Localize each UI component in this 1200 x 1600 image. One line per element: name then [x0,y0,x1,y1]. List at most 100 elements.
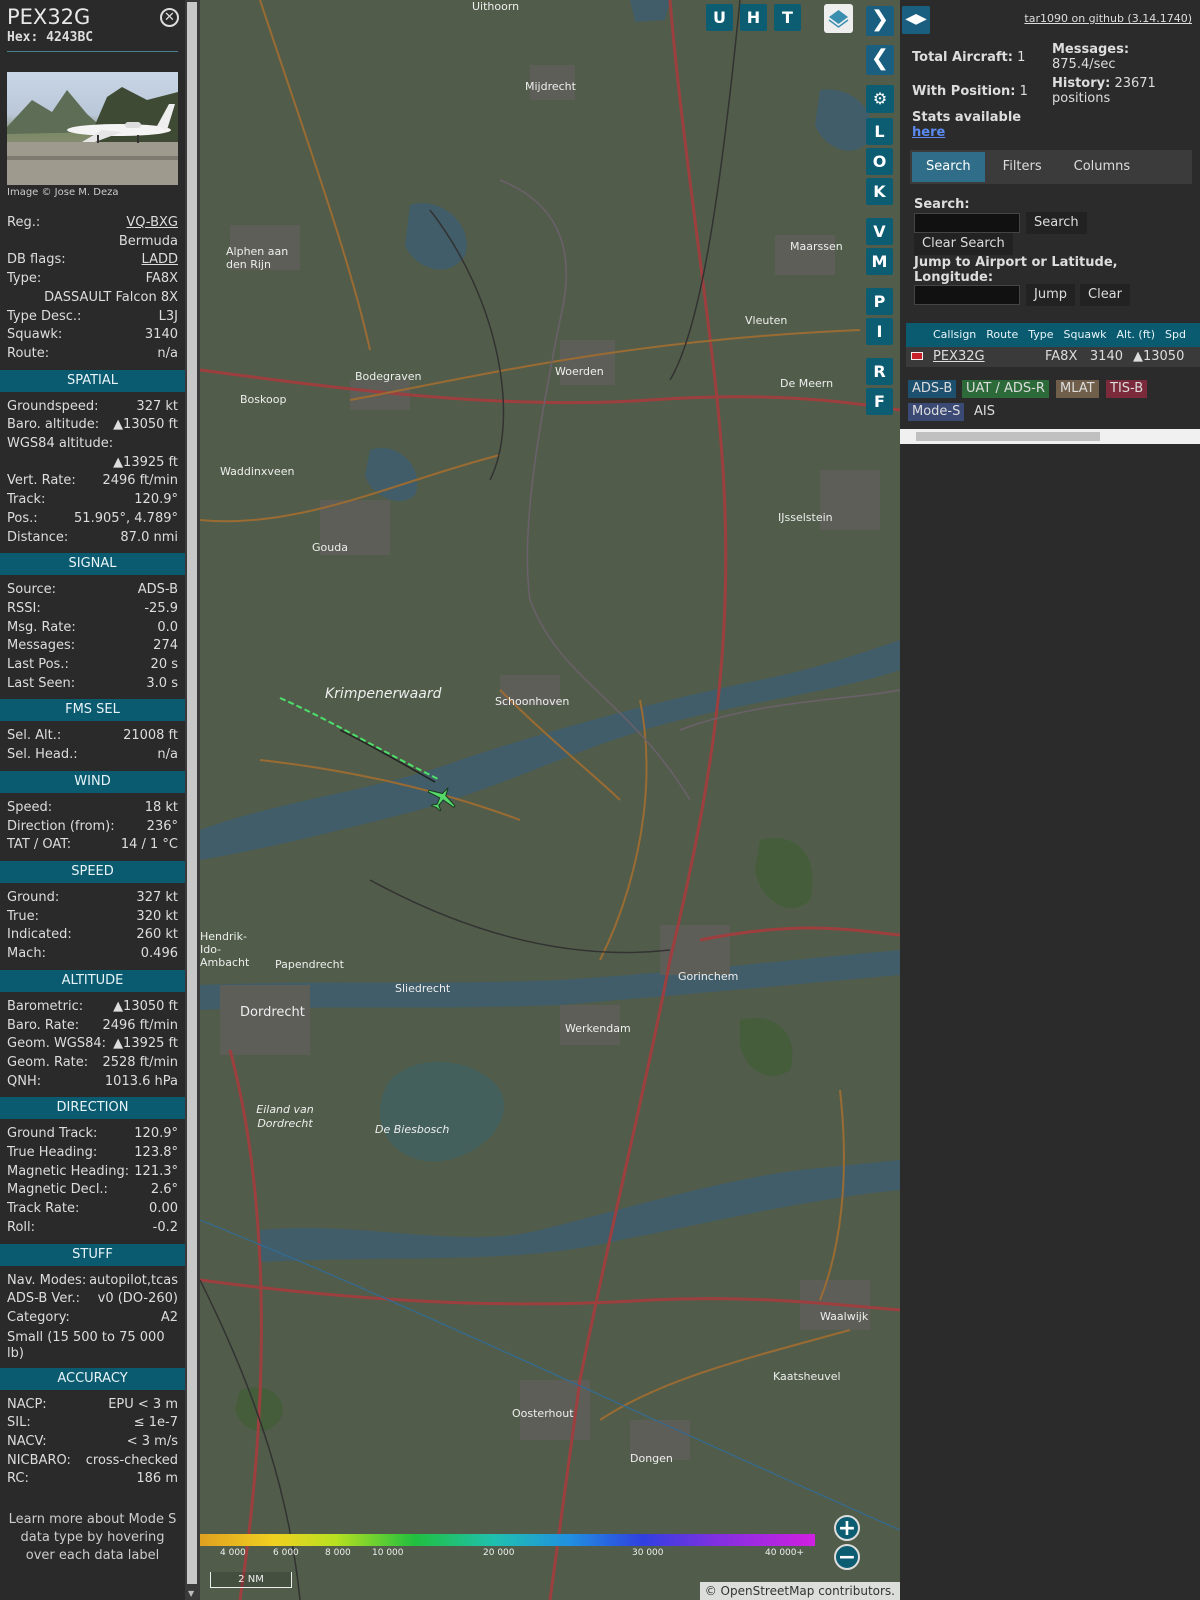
info-label[interactable]: Pos.: [7,510,38,529]
info-label[interactable]: Sel. Alt.: [7,727,61,746]
clear-button[interactable]: Clear [1080,284,1130,306]
info-label[interactable]: Geom. WGS84: [7,1035,106,1054]
aircraft-marker-icon[interactable] [424,784,460,812]
map-button-v[interactable]: V [866,218,893,245]
map-button-p[interactable]: P [866,288,893,315]
settings-gear-icon[interactable]: ⚙ [866,85,894,113]
zoom-out-button[interactable]: − [834,1544,860,1570]
info-label[interactable]: Groundspeed: [7,398,98,417]
clear-search-button[interactable]: Clear Search [914,233,1013,255]
map-attribution[interactable]: © OpenStreetMap contributors. [699,1582,900,1600]
map-view[interactable]: Uithoorn Mijdrecht Maarssen Alphen aan d… [200,0,900,1600]
map-button-m[interactable]: M [866,248,893,275]
source-chip-tisb[interactable]: TIS-B [1106,380,1148,398]
info-label[interactable]: True Heading: [7,1144,97,1163]
info-label[interactable]: TAT / OAT: [7,836,71,855]
map-button-i[interactable]: I [866,318,893,345]
info-label[interactable]: Baro. altitude: [7,416,99,435]
collapse-panel-button[interactable]: ❮ [866,45,894,75]
info-label[interactable]: Roll: [7,1219,35,1238]
info-label[interactable]: Category: [7,1309,70,1328]
zoom-in-button[interactable]: + [834,1515,860,1541]
info-label[interactable]: Baro. Rate: [7,1017,79,1036]
jump-input[interactable] [914,285,1020,305]
info-label[interactable]: Speed: [7,799,52,818]
panel-tabs: Search Filters Columns [910,150,1192,184]
map-button-u[interactable]: U [706,4,733,31]
info-label[interactable]: Magnetic Heading: [7,1163,129,1182]
table-header-type[interactable]: Type [1023,323,1058,347]
aircraft-photo[interactable] [7,72,178,185]
map-label: Krimpenerwaard [325,686,442,702]
source-chip-modes[interactable]: Mode-S [908,403,965,421]
info-label[interactable]: Track Rate: [7,1200,79,1219]
info-label[interactable]: Indicated: [7,926,72,945]
map-button-k[interactable]: K [866,178,893,205]
info-label[interactable]: QNH: [7,1073,41,1092]
info-label[interactable]: Track: [7,491,45,510]
info-label[interactable]: Mach: [7,945,46,964]
close-icon[interactable]: ✕ [160,8,179,27]
map-button-l[interactable]: L [866,118,893,145]
dbflags-link[interactable]: LADD [142,251,178,270]
map-button-t[interactable]: T [774,4,801,31]
table-header-alt[interactable]: Alt. (ft) [1112,323,1160,347]
search-button[interactable]: Search [1026,212,1087,234]
info-label[interactable]: Vert. Rate: [7,472,76,491]
layers-icon[interactable] [824,4,853,33]
info-label[interactable]: NACV: [7,1433,47,1452]
github-link[interactable]: tar1090 on github (3.14.1740) [1024,12,1192,25]
search-input[interactable] [914,213,1020,233]
section-header-speed: SPEED [0,860,185,883]
scrollbar-thumb[interactable] [916,432,1100,441]
source-chip-ais[interactable]: AIS [970,403,999,421]
info-label[interactable]: Last Pos.: [7,656,69,675]
table-header-spd[interactable]: Spd [1160,323,1191,347]
table-header-squawk[interactable]: Squawk [1058,323,1111,347]
info-label[interactable]: ADS-B Ver.: [7,1290,80,1309]
info-label[interactable]: Nav. Modes: [7,1272,86,1291]
info-label[interactable]: Source: [7,581,56,600]
stats-link[interactable]: here [912,125,945,140]
info-label[interactable]: NICBARO: [7,1452,71,1471]
table-header-callsign[interactable]: Callsign [928,323,981,347]
info-label[interactable]: Magnetic Decl.: [7,1181,108,1200]
info-label[interactable]: WGS84 altitude: [7,435,113,454]
info-label[interactable]: Msg. Rate: [7,619,76,638]
map-button-f[interactable]: F [866,388,893,415]
table-header-route[interactable]: Route [981,323,1023,347]
info-label[interactable]: True: [7,908,39,927]
info-label[interactable]: Last Seen: [7,675,75,694]
info-panel-scrollbar[interactable]: ▼ [185,0,200,1600]
toggle-sidebar-icon[interactable]: ◀▶ [902,6,930,34]
info-label[interactable]: NACP: [7,1396,47,1415]
table-horizontal-scrollbar[interactable] [900,429,1200,444]
info-label[interactable]: Ground Track: [7,1125,97,1144]
info-label[interactable]: Ground: [7,889,59,908]
jump-button[interactable]: Jump [1026,284,1075,306]
registration-link[interactable]: VQ-BXG [126,214,178,233]
info-label[interactable]: SIL: [7,1414,31,1433]
table-row[interactable]: PEX32G FA8X 3140 ▲13050 [906,347,1200,367]
map-button-o[interactable]: O [866,148,893,175]
info-label[interactable]: Messages: [7,637,75,656]
expand-panel-button[interactable]: ❯ [866,6,894,36]
info-label[interactable]: Distance: [7,529,68,548]
info-label[interactable]: Geom. Rate: [7,1054,88,1073]
scrollbar-thumb[interactable] [187,2,197,1584]
tab-columns[interactable]: Columns [1059,152,1145,182]
info-label[interactable]: Barometric: [7,998,83,1017]
info-label[interactable]: RSSI: [7,600,41,619]
info-label[interactable]: RC: [7,1470,29,1489]
tab-search[interactable]: Search [912,152,985,182]
source-chip-mlat[interactable]: MLAT [1056,380,1099,398]
tab-filters[interactable]: Filters [988,152,1056,182]
scroll-down-arrow-icon[interactable]: ▼ [188,1589,194,1598]
map-button-r[interactable]: R [866,358,893,385]
row-callsign[interactable]: PEX32G [928,347,988,367]
source-chip-adsb[interactable]: ADS-B [908,380,957,398]
map-button-h[interactable]: H [740,4,767,31]
info-label[interactable]: Sel. Head.: [7,746,78,765]
info-label[interactable]: Direction (from): [7,818,115,837]
source-chip-uat[interactable]: UAT / ADS-R [962,380,1049,398]
